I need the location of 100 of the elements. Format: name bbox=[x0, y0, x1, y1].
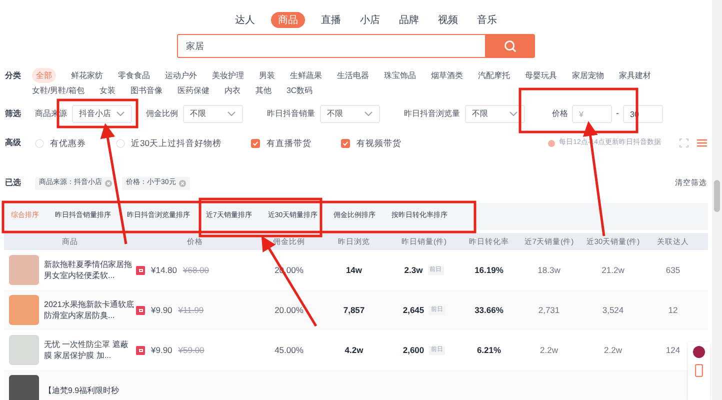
search-field[interactable]: 家居 bbox=[177, 34, 486, 58]
nav-tab[interactable]: 品牌 bbox=[396, 12, 422, 28]
category-item[interactable]: 内衣 bbox=[224, 83, 240, 98]
product-name[interactable]: 【迪梵9.9福利限时秒 bbox=[44, 384, 136, 396]
scrollbar[interactable] bbox=[712, 0, 722, 400]
filter-label: 价格 bbox=[552, 108, 568, 120]
chevron-down-icon bbox=[509, 111, 518, 117]
row-label: 高级 bbox=[5, 137, 22, 149]
table-cell: 635 bbox=[666, 264, 680, 276]
table-cell: 2.3w bbox=[404, 264, 423, 276]
phone-icon[interactable] bbox=[695, 364, 703, 377]
table-cell-text: 6.21% bbox=[476, 344, 502, 356]
table-cell-text: 45.00% bbox=[274, 344, 304, 356]
table-cell-text: 3,524 bbox=[601, 304, 625, 316]
menu-icon[interactable] bbox=[697, 138, 707, 148]
table-cell-text: 21.2w bbox=[600, 264, 626, 276]
category-item[interactable]: 生活电器 bbox=[337, 68, 369, 83]
nav-tab[interactable]: 直播 bbox=[318, 12, 344, 28]
filter-select[interactable]: 抖音小店 bbox=[72, 105, 132, 123]
range-separator: - bbox=[616, 107, 619, 120]
checkbox-label: 近30天上过抖音好物榜 bbox=[131, 136, 222, 150]
category-item[interactable]: 女鞋/男鞋/箱包 bbox=[32, 83, 84, 98]
original-price: ¥11.99 bbox=[178, 304, 204, 316]
checkbox[interactable] bbox=[35, 138, 44, 148]
product-photo-placeholder bbox=[9, 375, 39, 400]
table-cell: 124 bbox=[666, 344, 680, 356]
nav-tab[interactable]: 达人 bbox=[232, 12, 258, 28]
category-item[interactable]: 美妆护理 bbox=[212, 68, 244, 83]
chevron-down-icon bbox=[364, 111, 373, 117]
category-item[interactable]: 女装 bbox=[99, 83, 116, 98]
table-cell-text: 4.2w bbox=[344, 344, 364, 356]
filter-select[interactable]: 不限 bbox=[183, 105, 243, 123]
check-icon bbox=[252, 140, 260, 146]
table-cell-text: 18.3w bbox=[536, 264, 562, 276]
category-item[interactable]: 鲜花家纺 bbox=[71, 68, 103, 83]
category-item[interactable]: 汽配摩托 bbox=[478, 68, 510, 83]
table-cell-text: 33.66% bbox=[474, 304, 504, 316]
price: ¥9.90 bbox=[151, 344, 172, 356]
filter-label: 佣金比例 bbox=[146, 108, 178, 120]
row-label: 已选 bbox=[5, 177, 22, 189]
category-item[interactable]: 医药保健 bbox=[177, 83, 210, 98]
nav-tab[interactable]: 视频 bbox=[435, 12, 461, 28]
chevron-down-icon bbox=[116, 111, 125, 117]
product-name[interactable]: 新款拖鞋夏季情侣家居拖男女室内轻便柔软... bbox=[44, 259, 136, 281]
nav-tab[interactable]: 音乐 bbox=[474, 12, 500, 28]
table-cell-text: 2.2w bbox=[603, 344, 623, 356]
original-price: ¥68.00 bbox=[183, 264, 209, 276]
category-item[interactable]: 男装 bbox=[259, 68, 275, 83]
close-icon[interactable] bbox=[178, 180, 186, 186]
category-item[interactable]: 其他 bbox=[255, 83, 272, 98]
filter-label: 昨日抖音浏览量 bbox=[404, 108, 460, 120]
row-label: 分类 bbox=[5, 70, 22, 82]
checkbox-label: 有直播带货 bbox=[266, 136, 312, 150]
price: ¥14.80 bbox=[151, 264, 177, 276]
table-cell-text: 2,731 bbox=[537, 304, 561, 316]
price-min-field[interactable]: ¥ bbox=[572, 105, 612, 123]
category-item[interactable]: 图书音像 bbox=[130, 83, 162, 98]
table-cell-text: 20.00% bbox=[274, 304, 304, 316]
avatar-icon[interactable] bbox=[693, 346, 705, 358]
close-icon[interactable] bbox=[105, 180, 112, 186]
checkbox-label: 有优惠券 bbox=[50, 136, 86, 150]
product-name[interactable]: 无忧 一次性防尘罩 遮蔽膜 家居保护膜 加... bbox=[44, 339, 136, 361]
price: ¥9.90 bbox=[151, 304, 172, 316]
store-icon bbox=[136, 346, 145, 354]
search-icon bbox=[504, 40, 517, 52]
table-cell: 2,600 bbox=[402, 344, 424, 356]
category-item[interactable]: 生鲜蔬果 bbox=[290, 68, 322, 83]
checkbox[interactable] bbox=[341, 138, 350, 148]
product-photo-placeholder bbox=[9, 335, 39, 365]
table-cell-text: 16.19% bbox=[474, 264, 504, 276]
category-item[interactable]: 家具建材 bbox=[619, 68, 651, 83]
checkbox[interactable] bbox=[251, 138, 260, 148]
nav-tab[interactable]: 小店 bbox=[357, 12, 383, 28]
store-icon bbox=[136, 306, 145, 314]
table-cell: 12 bbox=[668, 304, 678, 316]
filter-label: 昨日抖音销量 bbox=[267, 108, 315, 120]
category-item[interactable]: 母婴玩具 bbox=[525, 68, 557, 83]
category-item[interactable]: 家居宠物 bbox=[572, 68, 604, 83]
checkbox-label: 有视频带货 bbox=[356, 136, 402, 150]
check-icon bbox=[342, 140, 350, 146]
table-cell-text: 7,857 bbox=[342, 304, 366, 316]
category-item[interactable]: 3C数码 bbox=[286, 83, 313, 98]
checkbox[interactable] bbox=[116, 138, 125, 148]
category-item[interactable]: 运动户外 bbox=[165, 68, 197, 83]
table-cell-text: 14w bbox=[344, 264, 364, 276]
expand-icon[interactable] bbox=[679, 138, 689, 148]
original-price: ¥59.00 bbox=[178, 344, 204, 356]
product-name[interactable]: 2021水果拖新款卡通软底防滑室内家居防臭... bbox=[44, 299, 136, 321]
category-item[interactable]: 零食食品 bbox=[118, 68, 150, 83]
table-cell: 2,645 bbox=[402, 304, 424, 316]
category-item[interactable]: 珠宝饰品 bbox=[384, 68, 416, 83]
table-cell-text: 2.2w bbox=[539, 344, 559, 356]
product-photo-placeholder bbox=[9, 295, 39, 325]
row-label: 筛选 bbox=[5, 108, 22, 120]
category-item[interactable]: 烟草酒类 bbox=[431, 68, 463, 83]
product-photo-placeholder bbox=[9, 255, 39, 285]
filter-select[interactable]: 不限 bbox=[320, 105, 380, 123]
filter-select[interactable]: 不限 bbox=[465, 105, 525, 123]
search-button[interactable] bbox=[486, 34, 535, 58]
chevron-down-icon bbox=[227, 111, 236, 117]
